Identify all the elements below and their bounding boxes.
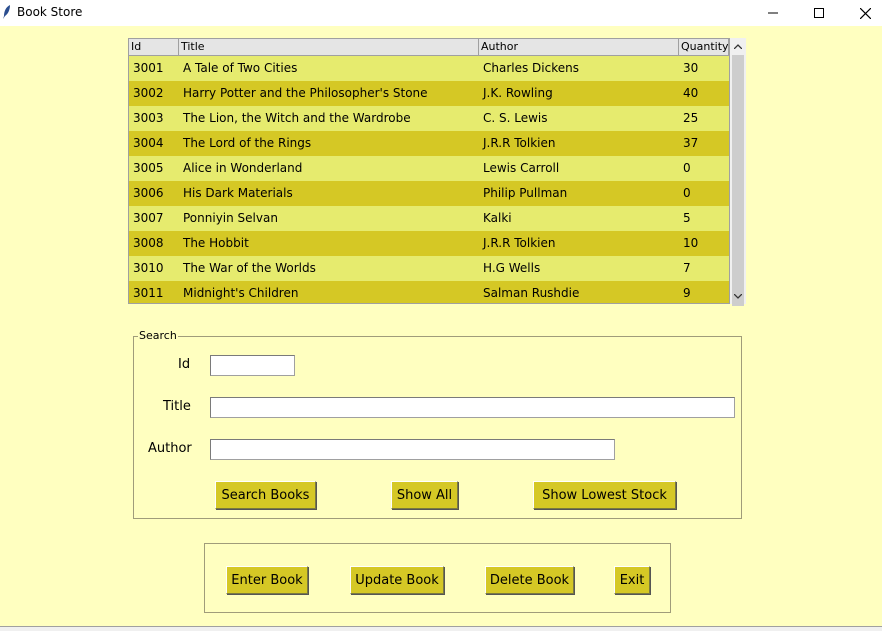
cell-title: Ponniyin Selvan [183, 211, 278, 225]
cell-quantity: 5 [683, 211, 691, 225]
table-row[interactable]: 3010 The War of the Worlds H.G Wells 7 [129, 256, 729, 281]
minimize-button[interactable] [750, 0, 796, 26]
cell-author: Charles Dickens [483, 61, 579, 75]
column-header-author[interactable]: Author [479, 39, 679, 55]
cell-id: 3008 [133, 236, 164, 250]
cell-author: Kalki [483, 211, 512, 225]
cell-id: 3003 [133, 111, 164, 125]
search-frame-legend: Search [138, 329, 178, 342]
cell-quantity: 0 [683, 161, 691, 175]
cell-author: H.G Wells [483, 261, 541, 275]
table-row[interactable]: 3011 Midnight's Children Salman Rushdie 9 [129, 281, 729, 303]
cell-id: 3007 [133, 211, 164, 225]
chevron-up-icon [734, 43, 742, 49]
cell-title: The Lion, the Witch and the Wardrobe [183, 111, 411, 125]
title-label: Title [163, 399, 191, 414]
exit-button[interactable]: Exit [614, 566, 650, 594]
cell-quantity: 25 [683, 111, 699, 125]
minimize-icon [768, 12, 778, 14]
table-row[interactable]: 3005 Alice in Wonderland Lewis Carroll 0 [129, 156, 729, 181]
table-row[interactable]: 3003 The Lion, the Witch and the Wardrobe… [129, 106, 729, 131]
scroll-up-button[interactable] [730, 38, 746, 54]
books-table[interactable]: Id Title Author Quantity 3001 A Tale of T… [128, 38, 730, 304]
title-input[interactable] [210, 397, 735, 418]
close-icon [859, 7, 871, 19]
feather-icon [3, 5, 10, 19]
id-input[interactable] [210, 355, 295, 376]
cell-id: 3002 [133, 86, 164, 100]
title-bar: Book Store [0, 0, 882, 26]
cell-title: The Hobbit [183, 236, 249, 250]
table-header: Id Title Author Quantity [129, 39, 729, 56]
cell-title: A Tale of Two Cities [183, 61, 298, 75]
window-title: Book Store [17, 5, 83, 19]
table-row[interactable]: 3007 Ponniyin Selvan Kalki 5 [129, 206, 729, 231]
cell-title: His Dark Materials [183, 186, 293, 200]
column-header-id[interactable]: Id [129, 39, 179, 55]
table-row[interactable]: 3002 Harry Potter and the Philosopher's S… [129, 81, 729, 106]
cell-id: 3011 [133, 286, 164, 300]
search-books-button[interactable]: Search Books [215, 481, 316, 509]
cell-author: Lewis Carroll [483, 161, 560, 175]
cell-quantity: 7 [683, 261, 691, 275]
show-lowest-stock-button[interactable]: Show Lowest Stock [533, 481, 676, 509]
id-label: Id [178, 357, 191, 372]
cell-id: 3006 [133, 186, 164, 200]
delete-book-button[interactable]: Delete Book [485, 566, 574, 594]
window-bottom-edge [0, 626, 882, 631]
cell-quantity: 0 [683, 186, 691, 200]
author-input[interactable] [210, 439, 615, 460]
scroll-down-button[interactable] [730, 288, 746, 304]
cell-author: C. S. Lewis [483, 111, 548, 125]
update-book-button[interactable]: Update Book [350, 566, 444, 594]
maximize-icon [814, 8, 824, 18]
author-label: Author [148, 441, 192, 456]
cell-author: Salman Rushdie [483, 286, 580, 300]
cell-title: Alice in Wonderland [183, 161, 303, 175]
cell-quantity: 9 [683, 286, 691, 300]
cell-author: J.K. Rowling [483, 86, 553, 100]
cell-quantity: 40 [683, 86, 699, 100]
cell-title: Harry Potter and the Philosopher's Stone [183, 86, 428, 100]
cell-author: Philip Pullman [483, 186, 568, 200]
cell-quantity: 10 [683, 236, 699, 250]
maximize-button[interactable] [796, 0, 842, 26]
table-row[interactable]: 3004 The Lord of the Rings J.R.R Tolkien 37 [129, 131, 729, 156]
cell-title: Midnight's Children [183, 286, 299, 300]
scrollbar-thumb[interactable] [732, 55, 744, 306]
column-header-quantity[interactable]: Quantity [679, 39, 729, 55]
cell-id: 3005 [133, 161, 164, 175]
cell-id: 3001 [133, 61, 164, 75]
table-scrollbar[interactable] [730, 38, 746, 306]
table-row[interactable]: 3008 The Hobbit J.R.R Tolkien 10 [129, 231, 729, 256]
chevron-down-icon [734, 293, 742, 299]
cell-id: 3010 [133, 261, 164, 275]
close-button[interactable] [842, 0, 882, 26]
cell-author: J.R.R Tolkien [483, 136, 556, 150]
cell-quantity: 30 [683, 61, 699, 75]
cell-author: J.R.R Tolkien [483, 236, 556, 250]
table-row[interactable]: 3001 A Tale of Two Cities Charles Dickens 3… [129, 56, 729, 81]
cell-id: 3004 [133, 136, 164, 150]
cell-quantity: 37 [683, 136, 699, 150]
table-row[interactable]: 3006 His Dark Materials Philip Pullman 0 [129, 181, 729, 206]
enter-book-button[interactable]: Enter Book [226, 566, 308, 594]
table-body: 3001 A Tale of Two Cities Charles Dickens 3… [129, 56, 729, 303]
column-header-title[interactable]: Title [179, 39, 479, 55]
cell-title: The Lord of the Rings [183, 136, 312, 150]
cell-title: The War of the Worlds [183, 261, 316, 275]
show-all-button[interactable]: Show All [391, 481, 458, 509]
